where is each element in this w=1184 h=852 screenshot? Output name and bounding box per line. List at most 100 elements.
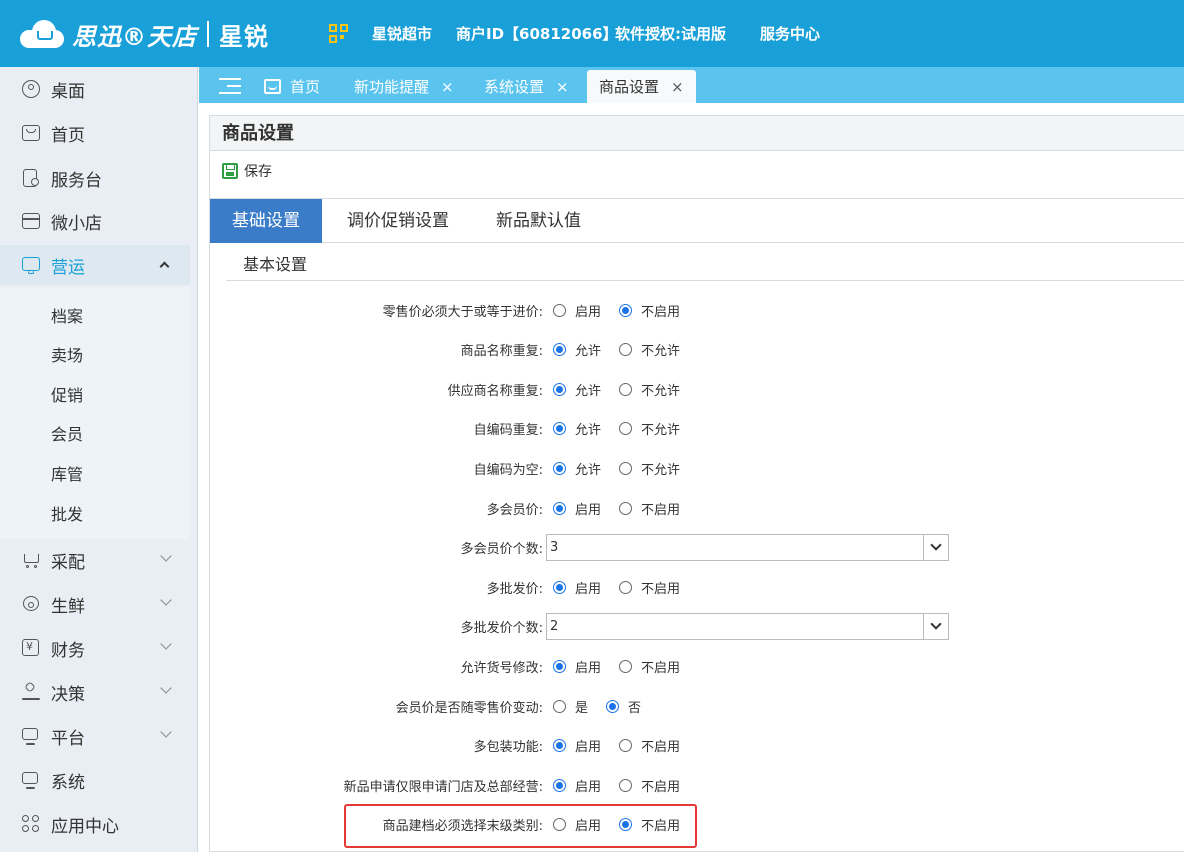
tab-label: 系统设置 bbox=[484, 78, 545, 96]
radio-option-1[interactable]: 允许 bbox=[553, 459, 601, 478]
radio-option-2[interactable]: 不启用 bbox=[619, 657, 680, 676]
sidebar-item-finance[interactable]: ¥ 财务 bbox=[0, 628, 190, 668]
radio-button[interactable] bbox=[619, 383, 632, 396]
radio-button[interactable] bbox=[619, 581, 632, 594]
radio-option-2[interactable]: 不允许 bbox=[619, 340, 680, 359]
close-icon[interactable]: × bbox=[441, 78, 454, 96]
tab-home[interactable]: 首页 bbox=[264, 70, 320, 103]
radio-option-1[interactable]: 启用 bbox=[553, 578, 601, 597]
chevron-down-icon bbox=[160, 550, 172, 562]
radio-button[interactable] bbox=[553, 700, 566, 713]
subtab-new-product-defaults[interactable]: 新品默认值 bbox=[474, 199, 603, 243]
logo-divider bbox=[207, 21, 209, 47]
sidebar-item-app-center[interactable]: 应用中心 bbox=[0, 804, 190, 844]
tab-product-settings[interactable]: 商品设置 × bbox=[587, 70, 696, 103]
app-logo[interactable]: 思迅®天店 星锐 bbox=[20, 14, 269, 54]
radio-button[interactable] bbox=[553, 383, 566, 396]
sidebar-item-fresh[interactable]: 生鲜 bbox=[0, 584, 190, 624]
store-name-link[interactable]: 星锐超市 bbox=[372, 23, 432, 44]
chevron-down-icon[interactable] bbox=[923, 535, 948, 560]
sidebar-item-purchase[interactable]: 采配 bbox=[0, 540, 190, 580]
radio-button[interactable] bbox=[619, 462, 632, 475]
submenu-item-archive[interactable]: 档案 bbox=[51, 303, 83, 327]
radio-option-1[interactable]: 是 bbox=[553, 697, 588, 716]
save-button[interactable]: 保存 bbox=[222, 161, 272, 181]
sidebar-item-label: 系统 bbox=[51, 772, 85, 793]
radio-option-2[interactable]: 不允许 bbox=[619, 419, 680, 438]
radio-button[interactable] bbox=[553, 304, 566, 317]
chevron-down-icon bbox=[160, 638, 172, 650]
submenu-item-store[interactable]: 卖场 bbox=[51, 342, 83, 366]
subtab-basic[interactable]: 基础设置 bbox=[210, 199, 322, 243]
radio-button[interactable] bbox=[619, 304, 632, 317]
sidebar-item-system[interactable]: 系统 bbox=[0, 760, 190, 800]
chevron-down-icon bbox=[160, 594, 172, 606]
radio-option-2[interactable]: 不启用 bbox=[619, 736, 680, 755]
radio-button[interactable] bbox=[553, 739, 566, 752]
radio-label: 启用 bbox=[575, 740, 602, 755]
radio-button[interactable] bbox=[553, 462, 566, 475]
radio-button[interactable] bbox=[553, 779, 566, 792]
menu-collapse-icon[interactable] bbox=[219, 78, 241, 94]
radio-option-1[interactable]: 允许 bbox=[553, 340, 601, 359]
radio-option-1[interactable]: 允许 bbox=[553, 419, 601, 438]
tab-system-settings[interactable]: 系统设置 × bbox=[484, 70, 569, 103]
tab-new-features[interactable]: 新功能提醒 × bbox=[354, 70, 454, 103]
radio-button[interactable] bbox=[619, 422, 632, 435]
radio-button[interactable] bbox=[553, 502, 566, 515]
radio-button[interactable] bbox=[619, 660, 632, 673]
submenu-item-inventory[interactable]: 库管 bbox=[51, 461, 83, 485]
member-price-count-select[interactable]: 3 bbox=[546, 534, 949, 561]
sidebar-item-service-desk[interactable]: 服务台 bbox=[0, 158, 190, 198]
submenu-item-promotion[interactable]: 促销 bbox=[51, 382, 83, 406]
radio-button[interactable] bbox=[553, 422, 566, 435]
merchant-id-link[interactable]: 商户ID【60812066】 bbox=[456, 23, 618, 44]
radio-button[interactable] bbox=[553, 660, 566, 673]
logo-text: 思迅®天店 bbox=[72, 22, 197, 51]
radio-button[interactable] bbox=[553, 581, 566, 594]
qr-code-icon[interactable] bbox=[329, 24, 349, 44]
radio-button[interactable] bbox=[553, 343, 566, 356]
sidebar-item-label: 生鲜 bbox=[51, 596, 85, 617]
license-link[interactable]: 软件授权:试用版 bbox=[615, 23, 726, 44]
close-icon[interactable]: × bbox=[671, 78, 684, 96]
radio-option-1[interactable]: 启用 bbox=[553, 499, 601, 518]
radio-option-2[interactable]: 不启用 bbox=[619, 578, 680, 597]
chevron-down-icon[interactable] bbox=[923, 614, 948, 639]
setting-row: 新品申请仅限申请门店及总部经营: 启用 不启用 bbox=[210, 773, 1184, 797]
radio-button[interactable] bbox=[619, 343, 632, 356]
sidebar-item-desktop[interactable]: 桌面 bbox=[0, 69, 190, 109]
radio-option-2[interactable]: 否 bbox=[606, 697, 641, 716]
radio-option-1[interactable]: 启用 bbox=[553, 776, 601, 795]
radio-option-2[interactable]: 不启用 bbox=[619, 301, 680, 320]
setting-label: 多批发价个数: bbox=[460, 621, 543, 636]
radio-button[interactable] bbox=[619, 739, 632, 752]
radio-option-1[interactable]: 启用 bbox=[553, 657, 601, 676]
sidebar-item-decision[interactable]: 决策 bbox=[0, 672, 190, 712]
sidebar-item-label: 采配 bbox=[51, 552, 85, 573]
radio-button[interactable] bbox=[619, 502, 632, 515]
submenu-item-wholesale[interactable]: 批发 bbox=[51, 501, 83, 525]
subtab-price-promo[interactable]: 调价促销设置 bbox=[325, 199, 471, 243]
radio-option-2[interactable]: 不启用 bbox=[619, 499, 680, 518]
radio-label: 不启用 bbox=[641, 582, 681, 597]
radio-option-1[interactable]: 允许 bbox=[553, 380, 601, 399]
operation-chart-icon bbox=[22, 256, 40, 274]
sidebar-item-home[interactable]: 首页 bbox=[0, 113, 190, 153]
radio-button[interactable] bbox=[619, 779, 632, 792]
submenu-item-member[interactable]: 会员 bbox=[51, 421, 83, 445]
sidebar-item-platform[interactable]: 平台 bbox=[0, 716, 190, 756]
sidebar-item-shop[interactable]: 微小店 bbox=[0, 201, 190, 241]
wholesale-price-count-select[interactable]: 2 bbox=[546, 613, 949, 640]
sidebar-item-operation[interactable]: 营运 bbox=[0, 245, 190, 285]
radio-option-2[interactable]: 不允许 bbox=[619, 380, 680, 399]
radio-button[interactable] bbox=[606, 700, 619, 713]
setting-label: 多包装功能: bbox=[473, 740, 543, 755]
radio-option-2[interactable]: 不启用 bbox=[619, 776, 680, 795]
radio-option-1[interactable]: 启用 bbox=[553, 736, 601, 755]
radio-option-1[interactable]: 启用 bbox=[553, 301, 601, 320]
select-value: 2 bbox=[550, 619, 559, 634]
radio-option-2[interactable]: 不允许 bbox=[619, 459, 680, 478]
close-icon[interactable]: × bbox=[556, 78, 569, 96]
service-center-link[interactable]: 服务中心 bbox=[760, 23, 820, 44]
